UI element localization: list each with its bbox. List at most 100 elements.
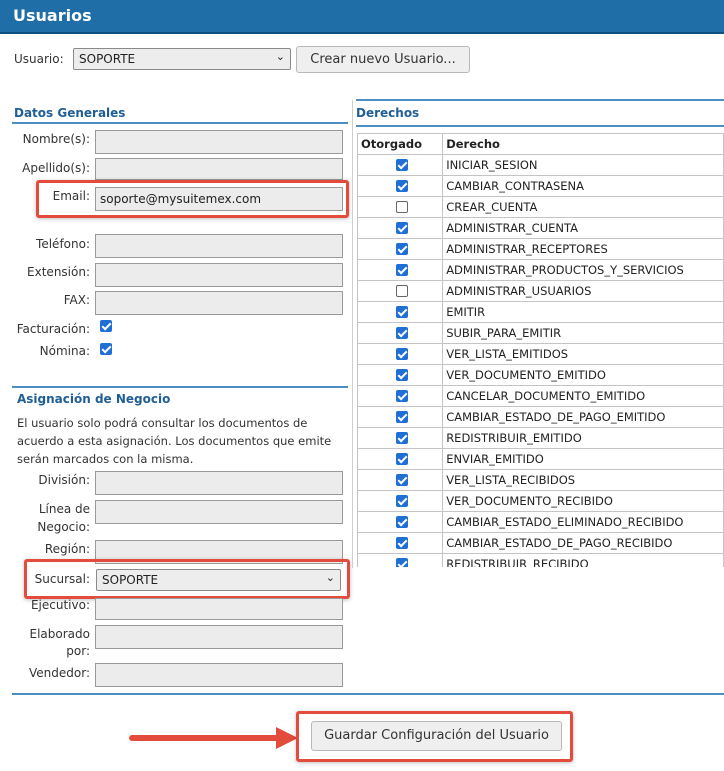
telefono-label: Teléfono:: [36, 237, 90, 251]
right-checkbox[interactable]: [396, 264, 408, 276]
table-row: CAMBIAR_ESTADO_DE_PAGO_RECIBIDO: [357, 532, 724, 554]
table-row: CREAR_CUENTA: [357, 196, 724, 218]
elaborado-label-2: por:: [66, 644, 90, 658]
extension-field[interactable]: [95, 263, 343, 287]
user-select[interactable]: SOPORTE ⌄: [73, 48, 291, 70]
otorgado-cell: [357, 553, 444, 567]
right-checkbox[interactable]: [396, 558, 408, 567]
right-checkbox[interactable]: [396, 537, 408, 549]
right-checkbox[interactable]: [396, 327, 408, 339]
derecho-cell: EMITIR: [442, 301, 724, 323]
otorgado-cell: [357, 322, 444, 344]
right-checkbox[interactable]: [396, 243, 408, 255]
derecho-cell: INICIAR_SESION: [442, 154, 724, 176]
otorgado-cell: [357, 427, 444, 449]
elaborado-label-1: Elaborado: [29, 627, 90, 641]
nomina-checkbox[interactable]: [100, 343, 112, 355]
table-row: ADMINISTRAR_RECEPTORES: [357, 238, 724, 260]
right-checkbox[interactable]: [396, 390, 408, 402]
derecho-cell: ADMINISTRAR_USUARIOS: [442, 280, 724, 302]
table-row: INICIAR_SESION: [357, 154, 724, 176]
facturacion-label: Facturación:: [16, 322, 90, 336]
right-checkbox[interactable]: [396, 222, 408, 234]
ejecutivo-label: Ejecutivo:: [30, 598, 90, 612]
fax-field[interactable]: [95, 291, 343, 315]
right-checkbox[interactable]: [396, 453, 408, 465]
table-row: ENVIAR_EMITIDO: [357, 448, 724, 470]
window-title: Usuarios: [13, 6, 92, 25]
right-checkbox[interactable]: [396, 495, 408, 507]
nomina-label: Nómina:: [39, 344, 90, 358]
save-highlight-box: [296, 711, 573, 762]
sucursal-highlight-box: [24, 559, 350, 599]
table-row: VER_LISTA_RECIBIDOS: [357, 469, 724, 491]
right-checkbox[interactable]: [396, 369, 408, 381]
derecho-cell: REDISTRIBUIR_RECIBIDO: [442, 553, 724, 567]
derecho-cell: ADMINISTRAR_PRODUCTOS_Y_SERVICIOS: [442, 259, 724, 281]
otorgado-header: Otorgado: [357, 133, 444, 155]
right-checkbox[interactable]: [396, 516, 408, 528]
right-checkbox[interactable]: [396, 411, 408, 423]
otorgado-cell: [357, 175, 444, 197]
nombre-label: Nombre(s):: [22, 132, 90, 146]
derecho-cell: CAMBIAR_ESTADO_ELIMINADO_RECIBIDO: [442, 511, 724, 533]
otorgado-cell: [357, 490, 444, 512]
derecho-cell: SUBIR_PARA_EMITIR: [442, 322, 724, 344]
division-field[interactable]: [95, 471, 343, 495]
table-row: SUBIR_PARA_EMITIR: [357, 322, 724, 344]
facturacion-checkbox[interactable]: [100, 320, 112, 332]
derecho-cell: REDISTRIBUIR_EMITIDO: [442, 427, 724, 449]
telefono-field[interactable]: [95, 234, 343, 258]
otorgado-cell: [357, 280, 444, 302]
otorgado-cell: [357, 364, 444, 386]
footer-rule: [12, 693, 724, 695]
table-row: REDISTRIBUIR_RECIBIDO: [357, 553, 724, 567]
datos-generales-title: Datos Generales: [14, 106, 126, 120]
derecho-cell: ENVIAR_EMITIDO: [442, 448, 724, 470]
right-checkbox[interactable]: [396, 159, 408, 171]
linea-negocio-field[interactable]: [95, 500, 343, 524]
ejecutivo-field[interactable]: [95, 598, 343, 620]
column-divider: [352, 100, 353, 568]
apellido-field[interactable]: [95, 158, 343, 180]
right-checkbox[interactable]: [396, 201, 408, 213]
table-row: REDISTRIBUIR_EMITIDO: [357, 427, 724, 449]
derechos-rule: [356, 125, 724, 127]
derecho-cell: CAMBIAR_CONTRASENA: [442, 175, 724, 197]
apellido-label: Apellido(s):: [22, 161, 90, 175]
derecho-cell: ADMINISTRAR_RECEPTORES: [442, 238, 724, 260]
chevron-down-icon: ⌄: [275, 50, 285, 63]
linea-label-1: Línea de: [38, 502, 90, 516]
vendedor-field[interactable]: [95, 663, 343, 687]
nombre-field[interactable]: [95, 130, 343, 154]
asignacion-title: Asignación de Negocio: [17, 392, 171, 406]
otorgado-cell: [357, 532, 444, 554]
right-checkbox[interactable]: [396, 306, 408, 318]
table-row: EMITIR: [357, 301, 724, 323]
derechos-table-container[interactable]: Otorgado Derecho INICIAR_SESION CAMBIAR_C…: [357, 133, 724, 567]
right-checkbox[interactable]: [396, 285, 408, 297]
elaborado-field[interactable]: [95, 625, 343, 649]
right-checkbox[interactable]: [396, 348, 408, 360]
otorgado-cell: [357, 154, 444, 176]
otorgado-cell: [357, 469, 444, 491]
derecho-header: Derecho: [442, 133, 724, 155]
table-row: CAMBIAR_CONTRASENA: [357, 175, 724, 197]
right-checkbox[interactable]: [396, 474, 408, 486]
otorgado-cell: [357, 196, 444, 218]
asignacion-rule: [12, 386, 348, 388]
table-row: ADMINISTRAR_PRODUCTOS_Y_SERVICIOS: [357, 259, 724, 281]
user-label: Usuario:: [14, 52, 64, 66]
linea-label-2: Negocio:: [37, 520, 90, 534]
otorgado-cell: [357, 511, 444, 533]
vendedor-label: Vendedor:: [29, 666, 90, 680]
right-checkbox[interactable]: [396, 180, 408, 192]
right-checkbox[interactable]: [396, 432, 408, 444]
table-row: ADMINISTRAR_USUARIOS: [357, 280, 724, 302]
create-user-button[interactable]: Crear nuevo Usuario...: [296, 46, 470, 73]
otorgado-cell: [357, 259, 444, 281]
derecho-cell: VER_LISTA_RECIBIDOS: [442, 469, 724, 491]
asignacion-note: El usuario solo podrá consultar los docu…: [17, 416, 332, 466]
fax-label: FAX:: [63, 293, 90, 307]
derechos-title: Derechos: [356, 106, 420, 120]
